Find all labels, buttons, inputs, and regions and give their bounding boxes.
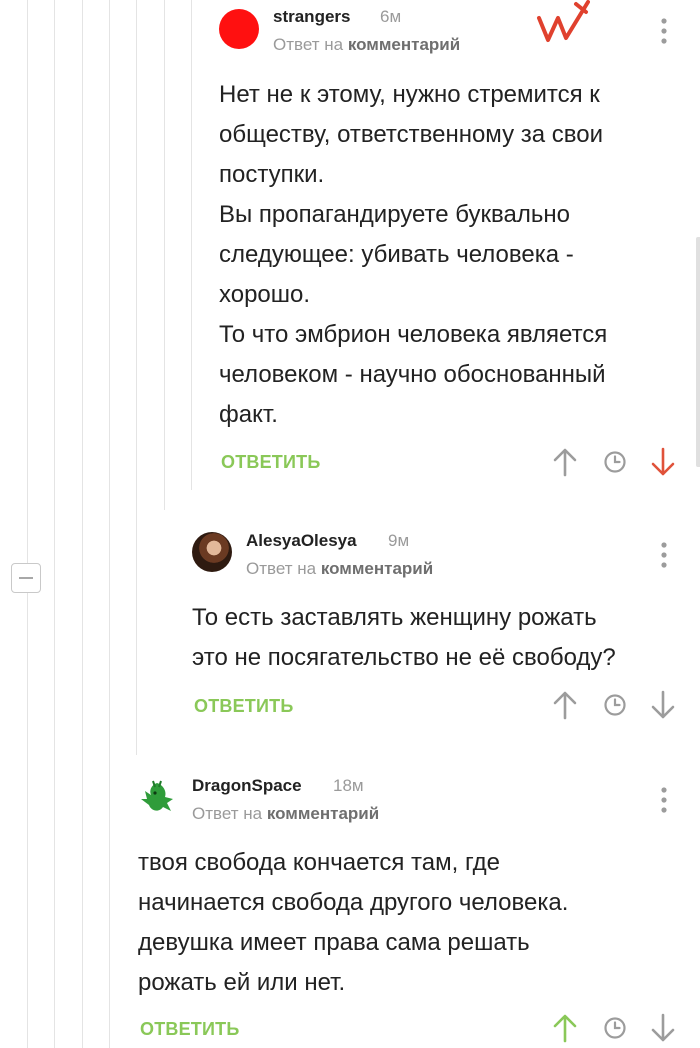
comment-line: это не посягательство не её свободу?	[192, 644, 616, 671]
comment-text: твоя свобода кончается там, где начинает…	[138, 843, 568, 1003]
reply-to-prefix: Ответ на	[192, 804, 263, 823]
comment-line: То что эмбрион человека является	[219, 321, 608, 348]
username[interactable]: AlesyaOlesya	[246, 531, 357, 551]
comment-line: Вы пропагандируете буквально	[219, 201, 570, 228]
reply-to-link[interactable]: Ответ на комментарий	[192, 804, 379, 824]
reply-button[interactable]: ОТВЕТИТЬ	[194, 696, 293, 717]
clock-icon[interactable]	[603, 450, 627, 474]
avatar[interactable]	[192, 532, 232, 572]
comment-line: следующее: убивать человека -	[219, 241, 574, 268]
comment-line: обществу, ответственному за свои	[219, 121, 603, 148]
arrow-down-icon[interactable]	[650, 1013, 676, 1043]
reply-to-prefix: Ответ на	[273, 35, 344, 54]
reply-button[interactable]: ОТВЕТИТЬ	[221, 452, 320, 473]
arrow-up-icon[interactable]	[552, 447, 578, 477]
reply-to-link[interactable]: Ответ на комментарий	[246, 559, 433, 579]
comment-text: Нет не к этому, нужно стремится к общест…	[219, 75, 607, 435]
reply-to-target[interactable]: комментарий	[348, 35, 460, 54]
comment-line: рожать ей или нет.	[138, 969, 346, 996]
comment-line: твоя свобода кончается там, где	[138, 849, 500, 876]
comment-time: 9м	[388, 531, 410, 550]
comment-time: 6м	[380, 7, 402, 26]
comment-time: 18м	[333, 776, 364, 795]
comment-line: факт.	[219, 401, 278, 428]
arrow-up-icon[interactable]	[552, 1013, 578, 1043]
comment-line: Нет не к этому, нужно стремится к	[219, 81, 600, 108]
avatar[interactable]	[137, 777, 177, 817]
comment-line: хорошо.	[219, 281, 311, 308]
username[interactable]: DragonSpace	[192, 776, 302, 796]
clock-icon[interactable]	[603, 1016, 627, 1040]
kebab-menu-icon[interactable]	[660, 786, 668, 814]
comment-line: девушка имеет права сама решать	[138, 929, 530, 956]
comment-strangers: strangers 6м Ответ на комментарий Нет не…	[0, 0, 700, 490]
comment-line: поступки.	[219, 161, 325, 188]
arrow-down-icon[interactable]	[650, 447, 676, 477]
comment-line: начинается свобода другого человека.	[138, 889, 569, 916]
comment-text: То есть заставлять женщину рожать это не…	[192, 598, 616, 678]
comment-dragonspace: DragonSpace 18м Ответ на комментарий тво…	[0, 755, 700, 1048]
scribble-mark	[537, 0, 590, 42]
clock-icon[interactable]	[603, 693, 627, 717]
comment-line: То есть заставлять женщину рожать	[192, 604, 597, 631]
comment-line: человеком - научно обоснованный	[219, 361, 606, 388]
kebab-menu-icon[interactable]	[660, 541, 668, 569]
avatar[interactable]	[219, 9, 259, 49]
reply-button[interactable]: ОТВЕТИТЬ	[140, 1019, 239, 1040]
reply-to-link[interactable]: Ответ на комментарий	[273, 35, 460, 55]
reply-to-target[interactable]: комментарий	[267, 804, 379, 823]
arrow-down-icon[interactable]	[650, 690, 676, 720]
kebab-menu-icon[interactable]	[660, 17, 668, 45]
comment-alesyaolesya: AlesyaOlesya 9м Ответ на комментарий То …	[0, 510, 700, 745]
username[interactable]: strangers	[273, 7, 350, 27]
reply-to-target[interactable]: комментарий	[321, 559, 433, 578]
arrow-up-icon[interactable]	[552, 690, 578, 720]
reply-to-prefix: Ответ на	[246, 559, 317, 578]
